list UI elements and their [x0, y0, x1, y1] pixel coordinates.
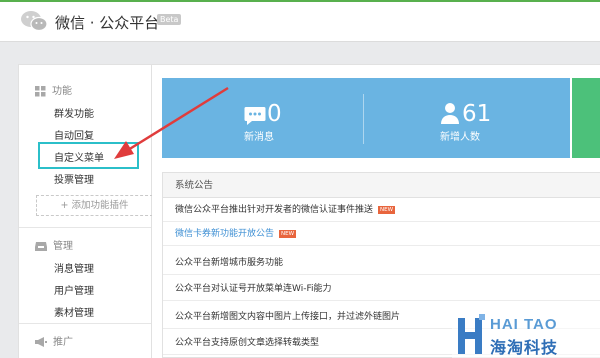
announcement-row[interactable]: 公众平台对认证号开放菜单连Wi-Fi能力 [163, 278, 600, 301]
section-promote-label: 推广 [53, 337, 73, 348]
announcement-text[interactable]: 微信卡券新功能开放公告 [175, 229, 274, 239]
section-manage-label: 管理 [53, 241, 73, 252]
watermark-bottom-text: 海淘科技 [490, 338, 559, 357]
new-followers-count[interactable]: 61 [462, 101, 491, 127]
message-icon [244, 107, 266, 125]
announcement-row[interactable]: 公众平台新增城市服务功能 [163, 252, 600, 275]
grid-icon [35, 85, 46, 96]
add-plugin-button[interactable]: + 添加功能插件 [36, 195, 153, 216]
megaphone-icon [35, 337, 47, 347]
sidebar-item-users[interactable]: 用户管理 [54, 282, 94, 297]
stats-divider [363, 94, 364, 144]
sidebar-item-mass-send[interactable]: 群发功能 [54, 105, 94, 120]
sidebar-item-auto-reply[interactable]: 自动回复 [54, 127, 94, 142]
sidebar-divider [19, 323, 151, 324]
announcement-text[interactable]: 微信公众平台推出针对开发者的微信认证事件推送 [175, 205, 373, 215]
stats-panel [162, 78, 570, 158]
user-icon [441, 103, 459, 124]
watermark-top-text: HAI TAO [490, 316, 558, 333]
brand-title[interactable]: 微信 · 公众平台 [55, 12, 159, 33]
section-promote: 推广 [35, 333, 73, 348]
new-messages-count[interactable]: 0 [267, 101, 282, 127]
new-badge: NEW [378, 205, 396, 214]
sidebar: 功能 群发功能 自动回复 自定义菜单 投票管理 + 添加功能插件 管理 消息管理… [18, 64, 153, 358]
new-messages-label: 新消息 [244, 132, 274, 143]
beta-badge: Beta [157, 14, 182, 25]
announcement-row[interactable]: 微信卡券新功能开放公告 NEW [163, 223, 600, 246]
announcement-title: 系统公告 [163, 173, 600, 198]
sidebar-item-materials[interactable]: 素材管理 [54, 304, 94, 319]
top-bar: 微信 · 公众平台 Beta [0, 0, 600, 42]
wechat-logo-icon[interactable] [20, 10, 48, 32]
sidebar-item-vote[interactable]: 投票管理 [54, 171, 94, 186]
stats-panel-extra[interactable] [572, 78, 600, 158]
inbox-icon [35, 242, 47, 251]
section-function: 功能 [35, 82, 72, 97]
sidebar-item-messages[interactable]: 消息管理 [54, 260, 94, 275]
section-function-label: 功能 [52, 86, 72, 97]
new-followers-label: 新增人数 [440, 132, 480, 143]
section-manage: 管理 [35, 237, 73, 252]
custom-menu-highlight [38, 142, 139, 169]
sidebar-divider [19, 227, 151, 228]
new-badge: NEW [279, 229, 297, 238]
announcement-row[interactable]: 微信公众平台推出针对开发者的微信认证事件推送 NEW [163, 199, 600, 222]
